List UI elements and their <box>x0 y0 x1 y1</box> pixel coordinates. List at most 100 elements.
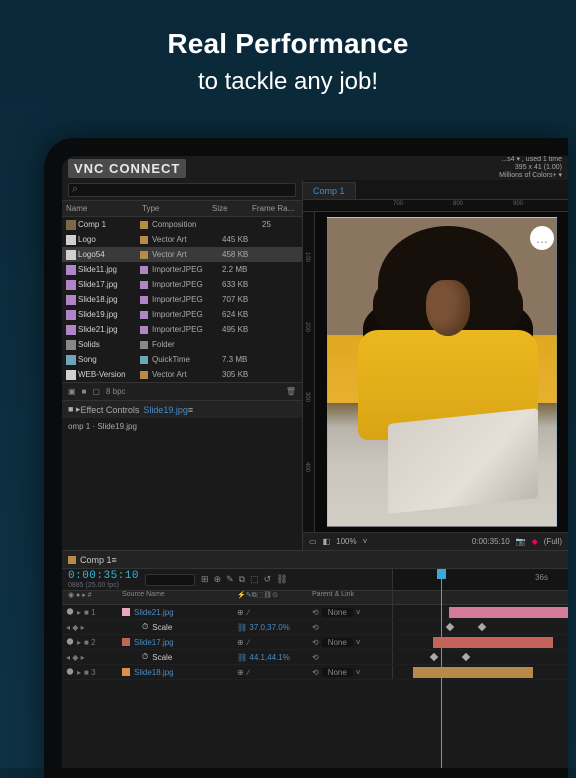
viewer-footer[interactable]: ▭ ◧ 100% ˅ 0:00:35:10 📷 ◆ (Full) <box>303 532 568 550</box>
layer-mode-icon[interactable]: ⊕ <box>237 608 244 617</box>
project-file-row[interactable]: Slide17.jpgImporterJPEG633 KB <box>62 277 302 292</box>
timeline-tool-icon[interactable]: ⛓ <box>276 574 287 585</box>
parent-dropdown[interactable]: None <box>322 638 353 647</box>
project-file-row[interactable]: Slide21.jpgImporterJPEG495 KB <box>62 322 302 337</box>
timeline-layer-row[interactable]: ▸■ 2Slide17.jpg⊕∕⟲None˅ <box>62 635 568 650</box>
label-swatch-icon[interactable] <box>140 281 148 289</box>
layer-bar[interactable] <box>433 637 553 648</box>
layer-name: Slide18.jpg <box>134 668 174 677</box>
zoom-level[interactable]: 100% <box>336 537 356 546</box>
layer-bar[interactable] <box>413 667 533 678</box>
label-swatch-icon[interactable] <box>140 356 148 364</box>
label-swatch-icon[interactable] <box>140 266 148 274</box>
timeline-layer-row[interactable]: ▸■ 1Slide21.jpg⊕∕⟲None˅ <box>62 605 568 620</box>
layer-mode-icon[interactable]: ⊕ <box>237 638 244 647</box>
bpc-toggle[interactable]: 8 bpc <box>106 387 126 396</box>
visibility-icon[interactable] <box>66 638 74 646</box>
layer-bar[interactable] <box>449 607 568 618</box>
scale-value[interactable]: 37.0,37.0% <box>249 623 289 632</box>
header-info-3[interactable]: Millions of Colors+ ▾ <box>499 172 562 180</box>
label-swatch-icon[interactable] <box>140 311 148 319</box>
layer-swatch-icon[interactable] <box>122 668 130 676</box>
keyframe-icon[interactable] <box>430 653 438 661</box>
expression-pickwhip-icon[interactable]: ⟲ <box>312 653 319 662</box>
visibility-icon[interactable] <box>66 608 74 616</box>
toggle-alpha-icon[interactable]: ◧ <box>323 537 331 546</box>
project-columns-header[interactable]: Name Type Size Frame Ra... <box>62 200 302 217</box>
trash-icon[interactable]: 🗑 <box>286 387 296 396</box>
resolution-dropdown[interactable]: (Full) <box>544 537 562 546</box>
scale-value[interactable]: 44.1,44.1% <box>249 653 289 662</box>
constrain-icon[interactable]: ⛓ <box>237 623 247 632</box>
project-search-input[interactable] <box>68 183 296 197</box>
timeline-search-input[interactable] <box>145 574 195 586</box>
project-file-row[interactable]: SolidsFolder <box>62 337 302 352</box>
constrain-icon[interactable]: ⛓ <box>237 653 247 662</box>
layer-fx-icon[interactable]: ∕ <box>248 638 249 647</box>
label-swatch-icon[interactable] <box>140 221 148 229</box>
timeline-tool-icon[interactable]: ⧉ <box>239 574 245 585</box>
project-file-row[interactable]: SongQuickTime7.3 MB <box>62 352 302 367</box>
stopwatch-icon[interactable]: ⏱ <box>142 622 148 632</box>
layer-mode-icon[interactable]: ⊕ <box>237 668 244 677</box>
label-swatch-icon[interactable] <box>140 371 148 379</box>
new-comp-icon[interactable]: ■ <box>82 387 87 396</box>
project-footer[interactable]: ▣ ■ ▢ 8 bpc 🗑 <box>62 382 302 400</box>
stopwatch-icon[interactable]: ⏱ <box>142 652 148 662</box>
keyframe-icon[interactable] <box>478 623 486 631</box>
composition-canvas[interactable]: ... <box>315 212 568 532</box>
label-swatch-icon[interactable] <box>140 236 148 244</box>
snapshot-icon[interactable]: 📷 <box>516 537 526 546</box>
layer-swatch-icon[interactable] <box>122 638 130 646</box>
label-swatch-icon[interactable] <box>140 341 148 349</box>
project-file-row[interactable]: Comp 1Composition25 <box>62 217 302 232</box>
viewer-tab-comp1[interactable]: Comp 1 <box>303 182 356 199</box>
label-swatch-icon[interactable] <box>140 251 148 259</box>
timeline-property-row[interactable]: ◂ ◆ ▸⏱ Scale⛓ 44.1,44.1%⟲ <box>62 650 568 665</box>
project-file-row[interactable]: Slide18.jpgImporterJPEG707 KB <box>62 292 302 307</box>
pickwhip-icon[interactable]: ⟲ <box>312 608 319 617</box>
project-file-list[interactable]: Comp 1Composition25LogoVector Art445 KBL… <box>62 217 302 382</box>
layer-fx-icon[interactable]: ∕ <box>248 608 249 617</box>
parent-dropdown[interactable]: None <box>322 668 353 677</box>
project-file-row[interactable]: Slide19.jpgImporterJPEG624 KB <box>62 307 302 322</box>
mask-icon[interactable]: ▭ <box>309 537 317 546</box>
timeline-property-row[interactable]: ◂ ◆ ▸⏱ Scale⛓ 37.0,37.0%⟲ <box>62 620 568 635</box>
new-folder-icon[interactable]: ▢ <box>92 387 100 396</box>
visibility-icon[interactable] <box>66 668 74 676</box>
timeline-tool-icon[interactable]: ⬚ <box>250 574 259 585</box>
folder-icon[interactable]: ▣ <box>68 387 76 396</box>
project-file-row[interactable]: Slide11.jpgImporterJPEG2.2 MB <box>62 262 302 277</box>
timeline-columns-header[interactable]: ◉ ● ▸ # Source Name ⚡✎⧉⬚⛓⊙ Parent & Link <box>62 591 568 605</box>
keyframe-icon[interactable] <box>462 653 470 661</box>
keyframe-nav-icon[interactable]: ◂ ◆ ▸ <box>66 623 85 632</box>
floating-menu-button[interactable]: ... <box>530 226 554 250</box>
file-type-icon <box>66 370 76 380</box>
timeline-toolbar[interactable]: ⊞ ⊕ ✎ ⧉ ⬚ ↺ ⛓ <box>201 574 288 585</box>
timeline-tool-icon[interactable]: ↺ <box>264 574 272 585</box>
timeline-layer-list[interactable]: ▸■ 1Slide21.jpg⊕∕⟲None˅◂ ◆ ▸⏱ Scale⛓ 37.… <box>62 605 568 768</box>
timeline-layer-row[interactable]: ▸■ 3Slide18.jpg⊕∕⟲None˅ <box>62 665 568 680</box>
timeline-timecode[interactable]: 0:00:35:10 <box>68 570 139 582</box>
timeline-tab[interactable]: Comp 1 ≡ <box>62 551 568 569</box>
keyframe-nav-icon[interactable]: ◂ ◆ ▸ <box>66 653 85 662</box>
timeline-tool-icon[interactable]: ⊕ <box>214 574 222 585</box>
pickwhip-icon[interactable]: ⟲ <box>312 638 319 647</box>
channels-icon[interactable]: ◆ <box>532 537 538 546</box>
viewer-time[interactable]: 0:00:35:10 <box>472 537 510 546</box>
label-swatch-icon[interactable] <box>140 326 148 334</box>
effect-controls-tab[interactable]: ■ ▸ Effect Controls Slide19.jpg ≡ <box>62 400 302 418</box>
time-ruler[interactable]: 36s <box>392 569 568 590</box>
layer-swatch-icon[interactable] <box>122 608 130 616</box>
project-file-row[interactable]: Logo54Vector Art458 KB <box>62 247 302 262</box>
timeline-tool-icon[interactable]: ✎ <box>226 574 234 585</box>
keyframe-icon[interactable] <box>446 623 454 631</box>
expression-pickwhip-icon[interactable]: ⟲ <box>312 623 319 632</box>
label-swatch-icon[interactable] <box>140 296 148 304</box>
pickwhip-icon[interactable]: ⟲ <box>312 668 319 677</box>
parent-dropdown[interactable]: None <box>322 608 353 617</box>
timeline-tool-icon[interactable]: ⊞ <box>201 574 209 585</box>
project-file-row[interactable]: LogoVector Art445 KB <box>62 232 302 247</box>
layer-fx-icon[interactable]: ∕ <box>248 668 249 677</box>
project-file-row[interactable]: WEB-VersionVector Art305 KB <box>62 367 302 382</box>
